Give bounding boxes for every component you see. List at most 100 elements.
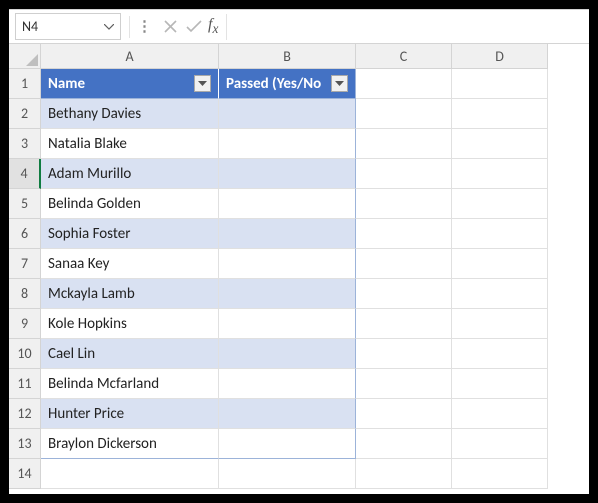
cell[interactable] <box>219 159 356 189</box>
cell[interactable] <box>452 459 548 489</box>
cell[interactable] <box>452 129 548 159</box>
cell[interactable] <box>356 189 452 219</box>
cell[interactable] <box>219 249 356 279</box>
cell[interactable]: Sanaa Key <box>41 249 219 279</box>
row-headers: 1 2 3 4 5 6 7 8 9 10 11 12 13 14 <box>9 69 41 489</box>
row-header[interactable]: 1 <box>9 69 41 99</box>
table-header-cell[interactable]: Passed (Yes/No <box>219 69 356 99</box>
cell[interactable] <box>452 69 548 99</box>
table-row: Hunter Price <box>41 399 589 429</box>
filter-button[interactable] <box>331 75 348 92</box>
grid-row <box>41 459 589 489</box>
cell[interactable]: Natalia Blake <box>41 129 219 159</box>
cell[interactable] <box>452 369 548 399</box>
cell[interactable]: Sophia Foster <box>41 219 219 249</box>
table-row: Belinda Mcfarland <box>41 369 589 399</box>
cell[interactable] <box>452 429 548 459</box>
table-row: Natalia Blake <box>41 129 589 159</box>
cell[interactable]: Mckayla Lamb <box>41 279 219 309</box>
row-header[interactable]: 4 <box>9 159 41 189</box>
cell[interactable] <box>219 309 356 339</box>
table-row: Adam Murillo <box>41 159 589 189</box>
cell[interactable] <box>452 309 548 339</box>
table-header-row: Name Passed (Yes/No <box>41 69 589 99</box>
cell[interactable] <box>356 69 452 99</box>
cell[interactable] <box>219 279 356 309</box>
divider <box>129 16 130 38</box>
table-row: Sanaa Key <box>41 249 589 279</box>
row-header[interactable]: 6 <box>9 219 41 249</box>
column-header[interactable]: C <box>356 44 452 69</box>
cell[interactable] <box>219 99 356 129</box>
cell[interactable]: Braylon Dickerson <box>41 429 219 459</box>
cell[interactable] <box>356 99 452 129</box>
column-header[interactable]: A <box>41 44 219 69</box>
cell[interactable] <box>356 159 452 189</box>
table-row: Braylon Dickerson <box>41 429 589 459</box>
row-header[interactable]: 11 <box>9 369 41 399</box>
cell[interactable] <box>452 99 548 129</box>
cell[interactable] <box>219 369 356 399</box>
cell[interactable] <box>219 219 356 249</box>
cell[interactable] <box>452 339 548 369</box>
spreadsheet-app: N4 ⋮ fx 1 2 3 4 5 6 7 8 <box>9 9 589 494</box>
table-row: Kole Hopkins <box>41 309 589 339</box>
row-header-column: 1 2 3 4 5 6 7 8 9 10 11 12 13 14 <box>9 44 41 494</box>
cell[interactable] <box>356 429 452 459</box>
cell[interactable]: Bethany Davies <box>41 99 219 129</box>
cell[interactable] <box>452 279 548 309</box>
cell[interactable] <box>356 129 452 159</box>
cell[interactable] <box>452 399 548 429</box>
row-header[interactable]: 9 <box>9 309 41 339</box>
cell[interactable] <box>356 369 452 399</box>
table-row: Mckayla Lamb <box>41 279 589 309</box>
row-header[interactable]: 13 <box>9 429 41 459</box>
cell[interactable] <box>452 159 548 189</box>
filter-button[interactable] <box>194 75 211 92</box>
cell[interactable]: Kole Hopkins <box>41 309 219 339</box>
select-all-corner[interactable] <box>9 44 41 69</box>
cell[interactable] <box>356 219 452 249</box>
cell[interactable] <box>356 459 452 489</box>
cell[interactable] <box>219 339 356 369</box>
cell[interactable]: Adam Murillo <box>41 159 219 189</box>
formula-bar: N4 ⋮ fx <box>9 10 589 44</box>
confirm-formula-button[interactable] <box>182 14 206 40</box>
cell[interactable] <box>356 249 452 279</box>
cell[interactable]: Hunter Price <box>41 399 219 429</box>
row-header[interactable]: 3 <box>9 129 41 159</box>
formula-input[interactable] <box>226 14 589 40</box>
fx-icon[interactable]: fx <box>208 16 218 37</box>
sheet-area: 1 2 3 4 5 6 7 8 9 10 11 12 13 14 A B C <box>9 44 589 494</box>
cell[interactable]: Belinda Mcfarland <box>41 369 219 399</box>
cell[interactable] <box>356 339 452 369</box>
row-header[interactable]: 2 <box>9 99 41 129</box>
table-header-cell[interactable]: Name <box>41 69 219 99</box>
column-header[interactable]: B <box>219 44 356 69</box>
cell[interactable] <box>452 189 548 219</box>
cell[interactable] <box>452 249 548 279</box>
row-header[interactable]: 14 <box>9 459 41 489</box>
cell[interactable] <box>452 219 548 249</box>
table-row: Belinda Golden <box>41 189 589 219</box>
header-label: Name <box>48 75 85 93</box>
row-header[interactable]: 5 <box>9 189 41 219</box>
cell[interactable] <box>219 429 356 459</box>
row-header[interactable]: 10 <box>9 339 41 369</box>
cell[interactable]: Cael Lin <box>41 339 219 369</box>
row-header[interactable]: 7 <box>9 249 41 279</box>
cancel-formula-button[interactable] <box>158 14 182 40</box>
cell[interactable] <box>219 129 356 159</box>
cell[interactable] <box>356 399 452 429</box>
row-header[interactable]: 12 <box>9 399 41 429</box>
cell[interactable] <box>219 189 356 219</box>
name-box[interactable]: N4 <box>15 13 121 40</box>
cell[interactable]: Belinda Golden <box>41 189 219 219</box>
column-header[interactable]: D <box>452 44 548 69</box>
cell[interactable] <box>356 279 452 309</box>
cell[interactable] <box>356 309 452 339</box>
cell[interactable] <box>219 459 356 489</box>
cell[interactable] <box>41 459 219 489</box>
cell[interactable] <box>219 399 356 429</box>
row-header[interactable]: 8 <box>9 279 41 309</box>
